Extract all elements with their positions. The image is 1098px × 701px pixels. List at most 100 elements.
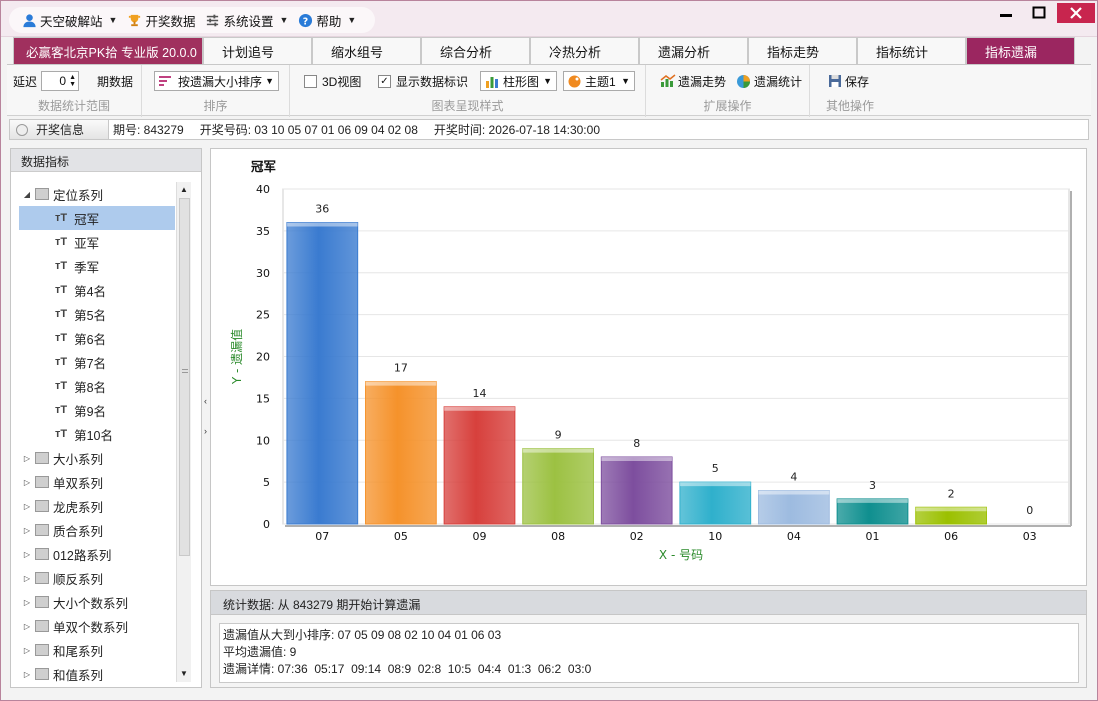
expand-right-icon[interactable]: › — [204, 426, 207, 436]
panel-splitter[interactable]: ‹ › — [202, 386, 209, 446]
x-axis-label: X - 号码 — [659, 548, 703, 562]
menu-help[interactable]: ? 帮助 ▼ — [295, 9, 359, 31]
tree-item[interactable]: ᴛT 第8名 — [19, 374, 175, 398]
scroll-up-icon[interactable]: ▲ — [177, 182, 191, 198]
y-tick-label: 15 — [256, 392, 270, 405]
tab-omission[interactable]: 遗漏分析 — [639, 37, 748, 64]
save-button[interactable]: 保存 — [828, 71, 869, 91]
tab-indicator-omission[interactable]: 指标遗漏 — [966, 37, 1075, 64]
folder-icon — [35, 644, 49, 656]
tab-indicator-trend[interactable]: 指标走势 — [748, 37, 857, 64]
tab-reduce[interactable]: 缩水组号 — [312, 37, 421, 64]
tree-label: 定位系列 — [53, 188, 104, 203]
tree-group[interactable]: ▷ 龙虎系列 — [19, 494, 175, 518]
menu-bar: 天空破解站 ▼ 开奖数据 系统设置 ▼ ? 帮助 ▼ — [9, 7, 375, 33]
chevron-down-icon: ▼ — [543, 76, 552, 86]
view3d-checkbox[interactable]: 3D视图 — [304, 71, 361, 91]
tree-item[interactable]: ᴛT 第5名 — [19, 302, 175, 326]
tab-plan[interactable]: 计划追号 — [203, 37, 312, 64]
tree-group[interactable]: ▷ 和值系列 — [19, 662, 175, 686]
collapsed-arrow-icon[interactable]: ▷ — [19, 598, 35, 607]
maximize-button[interactable] — [1024, 3, 1054, 23]
tree-item[interactable]: ᴛT 第10名 — [19, 422, 175, 446]
tree-group[interactable]: ▷ 单双系列 — [19, 470, 175, 494]
text-field-icon: ᴛT — [55, 284, 68, 296]
tree-item[interactable]: ᴛT 冠军 — [19, 206, 175, 230]
tree-item[interactable]: ᴛT 第4名 — [19, 278, 175, 302]
show-labels-checkbox[interactable]: ✓ 显示数据标识 — [378, 71, 468, 91]
close-button[interactable] — [1057, 3, 1095, 23]
collapsed-arrow-icon[interactable]: ▷ — [19, 526, 35, 535]
tree-label: 第6名 — [74, 332, 107, 347]
draw-info-button[interactable]: 开奖信息 — [10, 120, 110, 139]
tree-group[interactable]: ▷ 大小系列 — [19, 446, 175, 470]
tree-group[interactable]: ◢ 定位系列 — [19, 182, 175, 206]
tab-indicator-stats[interactable]: 指标统计 — [857, 37, 966, 64]
collapse-left-icon[interactable]: ‹ — [204, 396, 207, 406]
menu-settings-label: 系统设置 — [223, 14, 274, 29]
tree-item[interactable]: ᴛT 亚军 — [19, 230, 175, 254]
collapsed-arrow-icon[interactable]: ▷ — [19, 550, 35, 559]
menu-settings[interactable]: 系统设置 ▼ — [202, 9, 291, 31]
group-style-label: 图表呈现样式 — [431, 99, 504, 113]
draw-time: 开奖时间: 2026-07-18 14:30:00 — [433, 123, 600, 137]
trend-chart-icon — [660, 74, 676, 87]
tree-group[interactable]: ▷ 大小个数系列 — [19, 590, 175, 614]
omission-bar-chart: 冠军0510152025303540Y - 遗漏值X - 号码360717051… — [229, 159, 1072, 562]
omission-stats-button[interactable]: 遗漏统计 — [736, 71, 802, 91]
tree-label: 顺反系列 — [53, 572, 104, 587]
save-icon — [829, 75, 841, 87]
chart-type-select[interactable]: 柱形图 ▼ — [480, 71, 557, 91]
text-field-icon: ᴛT — [55, 236, 68, 248]
spinner-arrows-icon[interactable]: ▲ ▼ — [69, 74, 76, 88]
collapsed-arrow-icon[interactable]: ▷ — [19, 670, 35, 679]
tree-group[interactable]: ▷ 和尾系列 — [19, 638, 175, 662]
checkbox-box[interactable] — [304, 74, 317, 88]
bar-data-label: 3 — [869, 479, 876, 492]
bar-highlight — [444, 406, 515, 411]
tree-group[interactable]: ▷ 012路系列 — [19, 542, 175, 566]
menu-user[interactable]: 天空破解站 ▼ — [19, 9, 120, 31]
stats-detail-line: 遗漏详情: 07:36 05:17 09:14 08:9 02:8 10:5 0… — [223, 662, 592, 676]
scroll-down-icon[interactable]: ▼ — [177, 666, 191, 682]
tree-scrollbar[interactable]: ▲ ▼ — [176, 182, 191, 682]
stats-sorted-line: 遗漏值从大到小排序: 07 05 09 08 02 10 04 01 06 03 — [223, 628, 502, 642]
tab-hot-cold[interactable]: 冷热分析 — [530, 37, 639, 64]
tree-item[interactable]: ᴛT 第6名 — [19, 326, 175, 350]
toolbar-group-other: 保存 其他操作 — [810, 65, 890, 117]
collapsed-arrow-icon[interactable]: ▷ — [19, 646, 35, 655]
checkbox-box[interactable]: ✓ — [378, 74, 391, 88]
tree-item[interactable]: ᴛT 第9名 — [19, 398, 175, 422]
collapsed-arrow-icon[interactable]: ▷ — [19, 574, 35, 583]
group-extend-label: 扩展操作 — [703, 99, 752, 113]
menu-lottery-data[interactable]: 开奖数据 — [124, 9, 198, 31]
minimize-button[interactable] — [991, 3, 1021, 23]
tree-group[interactable]: ▷ 单双个数系列 — [19, 614, 175, 638]
tree-item[interactable]: ᴛT 季军 — [19, 254, 175, 278]
toolbar-group-range: 延迟 0 ▲ ▼ 期数据 数据统计范围 — [7, 65, 142, 117]
folder-icon — [35, 596, 49, 608]
minimize-icon — [1000, 14, 1012, 17]
tab-overall[interactable]: 综合分析 — [421, 37, 530, 64]
sort-select[interactable]: 按遗漏大小排序 ▼ — [154, 71, 279, 91]
maximize-icon — [1032, 6, 1046, 19]
tab-brand[interactable]: 必赢客北京PK拾 专业版 20.0.0 — [13, 37, 203, 64]
scrollbar-thumb[interactable] — [179, 198, 190, 556]
x-tick-label: 02 — [630, 530, 644, 543]
palette-icon — [568, 75, 581, 87]
collapsed-arrow-icon[interactable]: ▷ — [19, 622, 35, 631]
tree-group[interactable]: ▷ 顺反系列 — [19, 566, 175, 590]
collapsed-arrow-icon[interactable]: ▷ — [19, 454, 35, 463]
tree-item[interactable]: ᴛT 第7名 — [19, 350, 175, 374]
tree-group[interactable]: ▷ 质合系列 — [19, 518, 175, 542]
bar — [286, 222, 359, 525]
bar-highlight — [758, 490, 830, 495]
theme-select[interactable]: 主题1 ▼ — [563, 71, 635, 91]
stats-content: 遗漏值从大到小排序: 07 05 09 08 02 10 04 01 06 03… — [219, 623, 1079, 683]
collapsed-arrow-icon[interactable]: ▷ — [19, 502, 35, 511]
expanded-arrow-icon[interactable]: ◢ — [19, 190, 35, 199]
collapsed-arrow-icon[interactable]: ▷ — [19, 478, 35, 487]
folder-icon — [35, 476, 49, 488]
delay-spinner[interactable]: 0 ▲ ▼ — [41, 71, 79, 91]
omission-trend-button[interactable]: 遗漏走势 — [660, 71, 726, 91]
